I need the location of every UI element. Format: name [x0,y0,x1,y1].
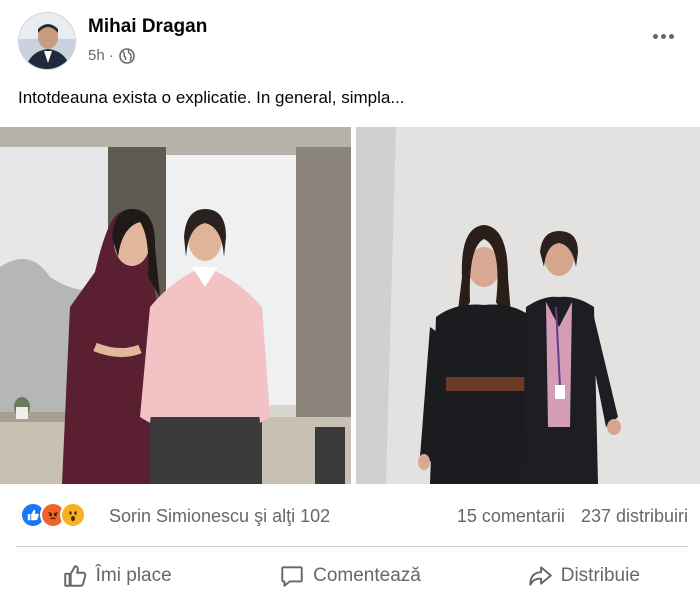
share-label: Distribuie [560,565,640,586]
reaction-names[interactable]: Sorin Simionescu şi alţi 102 [109,506,330,527]
wow-icon [60,502,86,528]
more-options-icon[interactable] [648,26,678,46]
author-name[interactable]: Mihai Dragan [88,16,207,38]
globe-icon [119,47,135,64]
author-avatar[interactable] [18,12,76,70]
post-header: Mihai Dragan 5h · [0,0,700,80]
comment-label: Comentează [313,565,421,586]
post-meta: 5h · [88,47,135,64]
divider [16,546,688,547]
comment-icon [281,566,303,587]
reactions-bar: Sorin Simionescu şi alţi 102 15 comentar… [0,496,700,536]
thumbs-up-icon [63,565,86,587]
post-time[interactable]: 5h · [88,47,114,64]
like-label: Îmi place [95,565,172,586]
photo-office-window[interactable] [0,127,351,484]
action-bar: Îmi place Comentează Distribuie [0,554,700,598]
engagement-counts: 15 comentarii 237 distribuiri [457,506,688,527]
photo-white-wall[interactable] [356,127,700,484]
comment-button[interactable]: Comentează [233,554,466,598]
shares-count[interactable]: 237 distribuiri [581,506,688,527]
photo-grid [0,127,700,484]
post-text: Intotdeauna exista o explicatie. In gene… [18,88,405,107]
reaction-icons[interactable] [20,502,86,528]
like-button[interactable]: Îmi place [0,554,233,598]
comments-count[interactable]: 15 comentarii [457,506,565,527]
share-button[interactable]: Distribuie [467,554,700,598]
share-icon [528,566,552,586]
